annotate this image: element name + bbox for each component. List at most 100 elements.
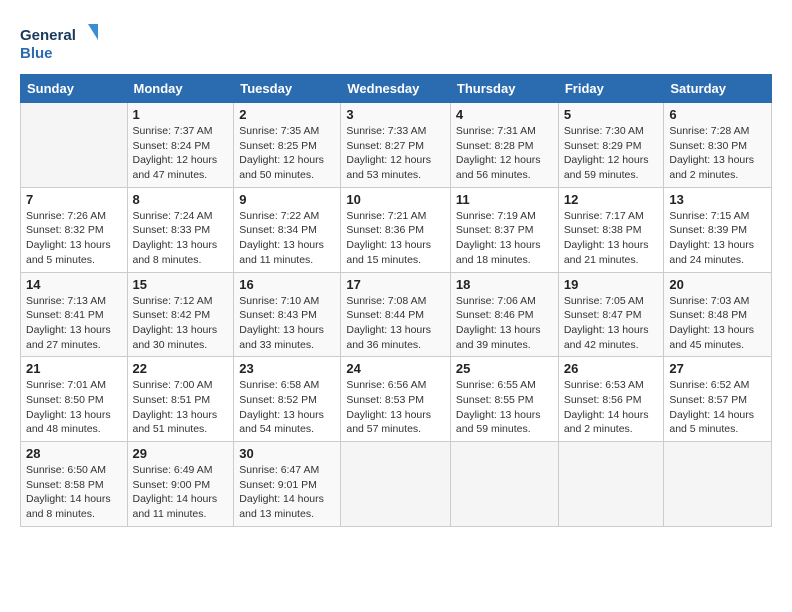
day-info: Sunrise: 7:19 AMSunset: 8:37 PMDaylight:…	[456, 209, 553, 268]
day-number: 13	[669, 192, 766, 207]
day-number: 7	[26, 192, 122, 207]
calendar-table: SundayMondayTuesdayWednesdayThursdayFrid…	[20, 74, 772, 527]
calendar-cell: 26 Sunrise: 6:53 AMSunset: 8:56 PMDayligh…	[558, 357, 664, 442]
header-row: SundayMondayTuesdayWednesdayThursdayFrid…	[21, 75, 772, 103]
day-number: 21	[26, 361, 122, 376]
day-number: 3	[346, 107, 445, 122]
calendar-cell: 12 Sunrise: 7:17 AMSunset: 8:38 PMDayligh…	[558, 187, 664, 272]
day-info: Sunrise: 7:22 AMSunset: 8:34 PMDaylight:…	[239, 209, 335, 268]
column-header-monday: Monday	[127, 75, 234, 103]
day-info: Sunrise: 7:31 AMSunset: 8:28 PMDaylight:…	[456, 124, 553, 183]
day-info: Sunrise: 7:06 AMSunset: 8:46 PMDaylight:…	[456, 294, 553, 353]
logo: General Blue	[20, 20, 100, 64]
day-info: Sunrise: 7:17 AMSunset: 8:38 PMDaylight:…	[564, 209, 659, 268]
calendar-cell: 18 Sunrise: 7:06 AMSunset: 8:46 PMDayligh…	[450, 272, 558, 357]
week-row-4: 21Sunrise: 7:01 AMSunset: 8:50 PMDayligh…	[21, 357, 772, 442]
calendar-cell: 9 Sunrise: 7:22 AMSunset: 8:34 PMDaylight…	[234, 187, 341, 272]
calendar-cell: 30 Sunrise: 6:47 AMSunset: 9:01 PMDayligh…	[234, 442, 341, 527]
day-info: Sunrise: 7:35 AMSunset: 8:25 PMDaylight:…	[239, 124, 335, 183]
calendar-cell: 8 Sunrise: 7:24 AMSunset: 8:33 PMDaylight…	[127, 187, 234, 272]
day-number: 23	[239, 361, 335, 376]
calendar-cell	[341, 442, 451, 527]
calendar-cell: 22 Sunrise: 7:00 AMSunset: 8:51 PMDayligh…	[127, 357, 234, 442]
calendar-cell: 27Sunrise: 6:52 AMSunset: 8:57 PMDayligh…	[664, 357, 772, 442]
column-header-friday: Friday	[558, 75, 664, 103]
svg-text:Blue: Blue	[20, 45, 53, 62]
day-number: 30	[239, 446, 335, 461]
day-info: Sunrise: 7:30 AMSunset: 8:29 PMDaylight:…	[564, 124, 659, 183]
week-row-5: 28 Sunrise: 6:50 AMSunset: 8:58 PMDayligh…	[21, 442, 772, 527]
calendar-cell: 11Sunrise: 7:19 AMSunset: 8:37 PMDayligh…	[450, 187, 558, 272]
calendar-cell: 7 Sunrise: 7:26 AMSunset: 8:32 PMDaylight…	[21, 187, 128, 272]
calendar-cell: 25 Sunrise: 6:55 AMSunset: 8:55 PMDayligh…	[450, 357, 558, 442]
calendar-cell: 28 Sunrise: 6:50 AMSunset: 8:58 PMDayligh…	[21, 442, 128, 527]
calendar-cell: 1 Sunrise: 7:37 AMSunset: 8:24 PMDaylight…	[127, 103, 234, 188]
calendar-body: 1 Sunrise: 7:37 AMSunset: 8:24 PMDaylight…	[21, 103, 772, 527]
day-number: 16	[239, 277, 335, 292]
calendar-cell: 29 Sunrise: 6:49 AMSunset: 9:00 PMDayligh…	[127, 442, 234, 527]
calendar-cell: 2 Sunrise: 7:35 AMSunset: 8:25 PMDaylight…	[234, 103, 341, 188]
day-number: 27	[669, 361, 766, 376]
column-header-saturday: Saturday	[664, 75, 772, 103]
calendar-cell: 5 Sunrise: 7:30 AMSunset: 8:29 PMDaylight…	[558, 103, 664, 188]
day-info: Sunrise: 7:00 AMSunset: 8:51 PMDaylight:…	[133, 378, 229, 437]
calendar-cell	[558, 442, 664, 527]
calendar-cell: 24 Sunrise: 6:56 AMSunset: 8:53 PMDayligh…	[341, 357, 451, 442]
day-info: Sunrise: 6:55 AMSunset: 8:55 PMDaylight:…	[456, 378, 553, 437]
calendar-header: SundayMondayTuesdayWednesdayThursdayFrid…	[21, 75, 772, 103]
calendar-cell: 13 Sunrise: 7:15 AMSunset: 8:39 PMDayligh…	[664, 187, 772, 272]
day-number: 4	[456, 107, 553, 122]
calendar-cell	[664, 442, 772, 527]
calendar-cell: 10Sunrise: 7:21 AMSunset: 8:36 PMDayligh…	[341, 187, 451, 272]
day-number: 20	[669, 277, 766, 292]
day-number: 28	[26, 446, 122, 461]
day-info: Sunrise: 6:50 AMSunset: 8:58 PMDaylight:…	[26, 463, 122, 522]
day-number: 22	[133, 361, 229, 376]
calendar-cell	[21, 103, 128, 188]
day-info: Sunrise: 6:47 AMSunset: 9:01 PMDaylight:…	[239, 463, 335, 522]
day-info: Sunrise: 7:24 AMSunset: 8:33 PMDaylight:…	[133, 209, 229, 268]
day-number: 9	[239, 192, 335, 207]
day-info: Sunrise: 7:12 AMSunset: 8:42 PMDaylight:…	[133, 294, 229, 353]
day-info: Sunrise: 7:26 AMSunset: 8:32 PMDaylight:…	[26, 209, 122, 268]
day-number: 1	[133, 107, 229, 122]
day-number: 17	[346, 277, 445, 292]
day-info: Sunrise: 7:37 AMSunset: 8:24 PMDaylight:…	[133, 124, 229, 183]
calendar-cell: 14 Sunrise: 7:13 AMSunset: 8:41 PMDayligh…	[21, 272, 128, 357]
day-info: Sunrise: 6:53 AMSunset: 8:56 PMDaylight:…	[564, 378, 659, 437]
day-number: 26	[564, 361, 659, 376]
day-info: Sunrise: 7:15 AMSunset: 8:39 PMDaylight:…	[669, 209, 766, 268]
day-info: Sunrise: 7:10 AMSunset: 8:43 PMDaylight:…	[239, 294, 335, 353]
day-number: 19	[564, 277, 659, 292]
day-number: 8	[133, 192, 229, 207]
page-header: General Blue	[20, 20, 772, 64]
day-number: 25	[456, 361, 553, 376]
day-info: Sunrise: 6:56 AMSunset: 8:53 PMDaylight:…	[346, 378, 445, 437]
column-header-wednesday: Wednesday	[341, 75, 451, 103]
calendar-cell: 20 Sunrise: 7:03 AMSunset: 8:48 PMDayligh…	[664, 272, 772, 357]
day-info: Sunrise: 7:13 AMSunset: 8:41 PMDaylight:…	[26, 294, 122, 353]
day-number: 12	[564, 192, 659, 207]
calendar-cell: 17 Sunrise: 7:08 AMSunset: 8:44 PMDayligh…	[341, 272, 451, 357]
day-number: 6	[669, 107, 766, 122]
column-header-thursday: Thursday	[450, 75, 558, 103]
calendar-cell: 15Sunrise: 7:12 AMSunset: 8:42 PMDayligh…	[127, 272, 234, 357]
calendar-cell: 4 Sunrise: 7:31 AMSunset: 8:28 PMDaylight…	[450, 103, 558, 188]
week-row-3: 14 Sunrise: 7:13 AMSunset: 8:41 PMDayligh…	[21, 272, 772, 357]
day-number: 18	[456, 277, 553, 292]
day-info: Sunrise: 7:28 AMSunset: 8:30 PMDaylight:…	[669, 124, 766, 183]
calendar-cell: 19Sunrise: 7:05 AMSunset: 8:47 PMDayligh…	[558, 272, 664, 357]
day-number: 24	[346, 361, 445, 376]
calendar-cell: 3Sunrise: 7:33 AMSunset: 8:27 PMDaylight…	[341, 103, 451, 188]
day-number: 29	[133, 446, 229, 461]
day-number: 14	[26, 277, 122, 292]
day-info: Sunrise: 7:21 AMSunset: 8:36 PMDaylight:…	[346, 209, 445, 268]
calendar-cell	[450, 442, 558, 527]
day-info: Sunrise: 6:49 AMSunset: 9:00 PMDaylight:…	[133, 463, 229, 522]
day-number: 5	[564, 107, 659, 122]
column-header-sunday: Sunday	[21, 75, 128, 103]
day-info: Sunrise: 7:08 AMSunset: 8:44 PMDaylight:…	[346, 294, 445, 353]
day-info: Sunrise: 6:58 AMSunset: 8:52 PMDaylight:…	[239, 378, 335, 437]
day-info: Sunrise: 7:03 AMSunset: 8:48 PMDaylight:…	[669, 294, 766, 353]
day-number: 2	[239, 107, 335, 122]
